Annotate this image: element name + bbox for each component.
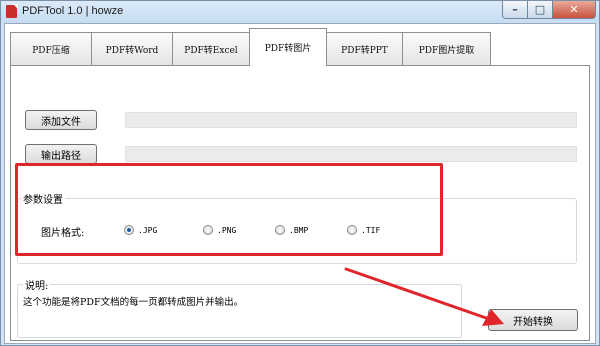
description-legend: 说明: bbox=[23, 277, 51, 292]
start-convert-button[interactable]: 开始转换 bbox=[488, 309, 578, 331]
maximize-icon: □ bbox=[534, 3, 546, 16]
window-controls: – □ ✕ bbox=[502, 1, 596, 19]
tab-pdf-to-ppt[interactable]: PDF转PPT bbox=[326, 32, 403, 66]
output-path-label: 输出路径 bbox=[41, 150, 81, 162]
maximize-button[interactable]: □ bbox=[528, 1, 553, 19]
tab-label: PDF图片提取 bbox=[418, 46, 475, 56]
close-icon: ✕ bbox=[569, 3, 579, 16]
tab-label: PDF转Excel bbox=[184, 46, 238, 56]
pdf-app-icon bbox=[6, 5, 17, 18]
tab-pdf-to-image[interactable]: PDF转图片 bbox=[249, 28, 327, 66]
tab-label: PDF转Word bbox=[105, 46, 159, 56]
tab-strip: PDF压缩 PDF转Word PDF转Excel PDF转图片 PDF转PPT … bbox=[10, 28, 491, 66]
tab-label: PDF压缩 bbox=[32, 46, 70, 56]
output-path-button[interactable]: 输出路径 bbox=[25, 144, 97, 164]
description-text: 这个功能是将PDF文档的每一页都转成图片并输出。 bbox=[23, 297, 244, 308]
file-path-field[interactable] bbox=[125, 112, 577, 128]
description-box bbox=[17, 284, 462, 338]
tab-label: PDF转PPT bbox=[341, 46, 388, 56]
output-path-field[interactable] bbox=[125, 146, 577, 162]
annotation-highlight-box bbox=[15, 163, 443, 256]
tab-pdf-compress[interactable]: PDF压缩 bbox=[10, 32, 92, 66]
close-button[interactable]: ✕ bbox=[553, 1, 596, 19]
start-convert-label: 开始转换 bbox=[513, 316, 553, 328]
add-file-label: 添加文件 bbox=[41, 116, 81, 128]
minimize-icon: – bbox=[512, 3, 518, 16]
tab-pdf-to-word[interactable]: PDF转Word bbox=[91, 32, 173, 66]
tab-pdf-to-excel[interactable]: PDF转Excel bbox=[172, 32, 250, 66]
add-file-button[interactable]: 添加文件 bbox=[25, 110, 97, 130]
tab-label: PDF转图片 bbox=[264, 44, 312, 54]
title-bar[interactable]: PDFTool 1.0 | howze – □ ✕ bbox=[1, 1, 599, 23]
minimize-button[interactable]: – bbox=[502, 1, 528, 19]
app-window: PDFTool 1.0 | howze – □ ✕ PDF压缩 PDF转Word… bbox=[0, 0, 600, 346]
tab-pdf-image-extract[interactable]: PDF图片提取 bbox=[402, 32, 491, 66]
window-title: PDFTool 1.0 | howze bbox=[22, 5, 124, 17]
